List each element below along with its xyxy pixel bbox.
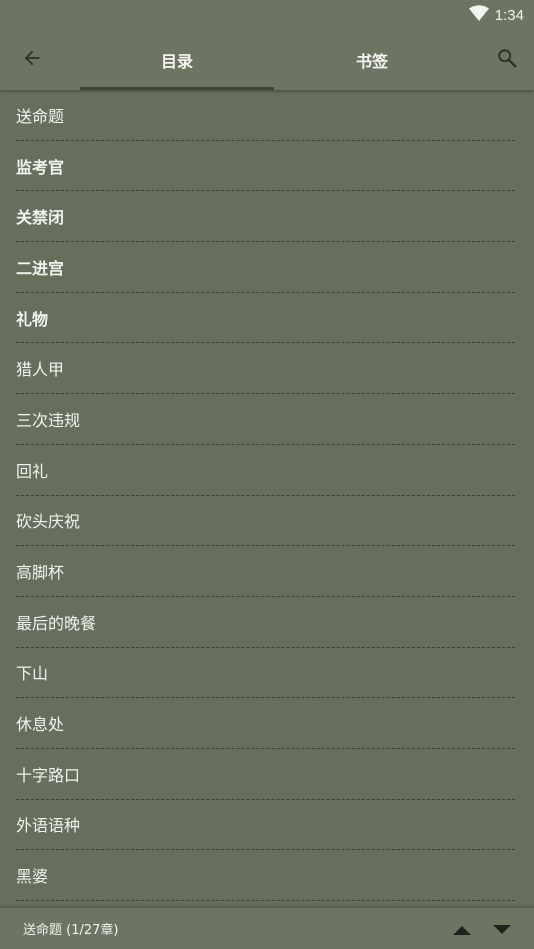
scroll-up-button[interactable] xyxy=(449,916,475,942)
chapter-progress: 送命题 (1/27章) xyxy=(23,923,119,938)
chapter-item[interactable]: 二进宫 xyxy=(16,242,515,293)
chapter-title: 礼物 xyxy=(16,309,49,329)
chapter-title: 监考官 xyxy=(16,157,65,177)
status-bar: 1:34 xyxy=(0,0,534,30)
back-button[interactable] xyxy=(14,42,50,78)
chapter-item[interactable]: 猎人甲 xyxy=(16,343,515,395)
chapter-item[interactable]: 下山 xyxy=(16,648,515,699)
chapter-item[interactable]: 十字路口 xyxy=(16,749,515,800)
search-icon xyxy=(496,47,518,73)
chapter-title: 砍头庆祝 xyxy=(16,512,81,532)
chapter-item[interactable]: 回礼 xyxy=(16,445,515,496)
chapter-title: 回礼 xyxy=(16,461,49,481)
scroll-down-button[interactable] xyxy=(489,916,515,942)
tab-bookmarks[interactable]: 书签 xyxy=(275,30,469,90)
triangle-up-icon xyxy=(453,920,471,939)
chapter-title: 黑婆 xyxy=(16,867,49,887)
chapter-title: 最后的晚餐 xyxy=(16,613,97,633)
chapter-title: 高脚杯 xyxy=(16,563,65,583)
tab-toc[interactable]: 目录 xyxy=(80,30,274,90)
status-time: 1:34 xyxy=(494,6,524,24)
chapter-title: 三次违规 xyxy=(16,410,81,430)
chapter-title: 外语语种 xyxy=(16,816,81,836)
chapter-title: 下山 xyxy=(16,664,49,684)
status-icons: 1:34 xyxy=(468,4,524,26)
chapter-item[interactable]: 高脚杯 xyxy=(16,546,515,597)
chapter-item[interactable]: 最后的晚餐 xyxy=(16,597,515,648)
chapter-item[interactable]: 送命题 xyxy=(16,90,515,141)
arrow-left-icon xyxy=(21,47,43,73)
bottom-bar: 送命题 (1/27章) xyxy=(0,908,534,949)
chapter-item[interactable]: 监考官 xyxy=(16,141,515,192)
app-bar: 目录 书签 xyxy=(0,30,534,90)
triangle-down-icon xyxy=(493,920,511,939)
chapter-list[interactable]: 送命题 监考官 关禁闭 二进宫 礼物 猎人甲 三次违规 回礼 砍头庆祝 高脚杯 … xyxy=(0,90,534,908)
tab-indicator xyxy=(80,87,274,90)
chapter-item[interactable]: 外语语种 xyxy=(16,800,515,851)
chapter-item[interactable]: 黑婆 xyxy=(16,850,515,901)
chapter-title: 二进宫 xyxy=(16,258,65,278)
chapter-item[interactable]: 三次违规 xyxy=(16,394,515,445)
chapter-title: 休息处 xyxy=(16,715,65,735)
chapter-item[interactable]: 礼物 xyxy=(16,293,515,344)
wifi-icon xyxy=(468,5,489,25)
chapter-title: 关禁闭 xyxy=(16,208,65,228)
chapter-title: 送命题 xyxy=(16,106,65,126)
chapter-title: 猎人甲 xyxy=(16,360,65,380)
chapter-item[interactable]: 砍头庆祝 xyxy=(16,496,515,547)
chapter-item[interactable]: 休息处 xyxy=(16,698,515,749)
chapter-title: 十字路口 xyxy=(16,765,81,785)
search-button[interactable] xyxy=(489,42,525,78)
chapter-item[interactable]: 关禁闭 xyxy=(16,191,515,243)
